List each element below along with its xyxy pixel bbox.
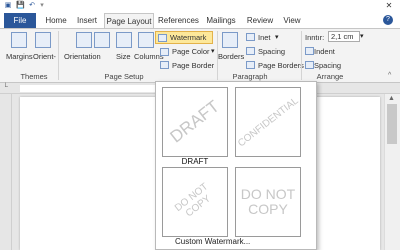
arrange-group-label: Arrange bbox=[316, 72, 344, 81]
chevron-down-icon[interactable]: ▾ bbox=[360, 32, 364, 40]
breaks-icon[interactable] bbox=[94, 32, 110, 48]
tab-insert[interactable]: Insert bbox=[74, 13, 100, 28]
watermark-option-do-not-copy-diagonal[interactable]: DO NOT COPY bbox=[162, 167, 228, 237]
indent-left-value: 2,1 cm bbox=[331, 32, 354, 41]
title-bar bbox=[0, 0, 400, 12]
tab-home[interactable]: Home bbox=[42, 13, 70, 28]
watermark-preview-text: DO NOT COPY bbox=[172, 181, 213, 220]
watermark-preview-text: CONFIDENTIAL bbox=[235, 95, 301, 149]
undo-icon[interactable]: ↶ bbox=[28, 1, 36, 10]
watermark-preview-text: DO NOT COPY bbox=[240, 185, 296, 217]
help-icon[interactable]: ? bbox=[383, 15, 393, 25]
close-icon[interactable]: ✕ bbox=[383, 1, 395, 11]
group-separator bbox=[58, 31, 59, 80]
spacing-arrange-icon[interactable] bbox=[305, 61, 314, 69]
group-separator bbox=[301, 31, 302, 80]
orientation-large-button[interactable]: Orientation bbox=[64, 52, 101, 61]
word-icon[interactable]: ▣ bbox=[4, 1, 12, 10]
orientation-icon[interactable] bbox=[35, 32, 51, 48]
page-color-icon[interactable] bbox=[160, 48, 169, 56]
save-icon[interactable]: 💾 bbox=[16, 1, 25, 10]
page-border-button[interactable]: Page Border bbox=[172, 61, 214, 70]
indent-button[interactable]: Inet bbox=[258, 33, 271, 42]
spacing-button[interactable]: Spacing bbox=[258, 47, 285, 56]
indent-left-label: Inntır: bbox=[305, 33, 325, 42]
tab-file[interactable]: File bbox=[4, 13, 36, 28]
margins-button[interactable]: Margins bbox=[6, 52, 33, 61]
collapse-ribbon-icon[interactable]: ^ bbox=[388, 72, 391, 79]
chevron-down-icon[interactable]: ▾ bbox=[211, 47, 215, 55]
scroll-up-icon[interactable]: ▲ bbox=[388, 95, 395, 102]
indent-arrange-button[interactable]: Indent bbox=[314, 47, 335, 56]
tab-page-layout[interactable]: Page Layout bbox=[104, 13, 154, 29]
themes-group-label: Themes bbox=[20, 72, 48, 81]
size-icon[interactable] bbox=[116, 32, 132, 48]
size-button[interactable]: Size bbox=[116, 52, 131, 61]
indent-left-field[interactable]: 2,1 cm bbox=[328, 31, 360, 42]
watermark-option-draft[interactable]: DRAFT bbox=[162, 87, 228, 157]
orientation-button[interactable]: Orient- bbox=[33, 52, 56, 61]
themes-icon[interactable] bbox=[11, 32, 27, 48]
tab-selector-icon[interactable]: └ bbox=[3, 84, 8, 91]
ruler-active-area bbox=[20, 85, 160, 92]
page-border-icon[interactable] bbox=[160, 61, 169, 69]
tab-references[interactable]: References bbox=[158, 13, 199, 28]
tab-review[interactable]: Review bbox=[246, 13, 274, 28]
columns-icon[interactable] bbox=[138, 32, 154, 48]
page-borders-icon[interactable] bbox=[246, 61, 255, 69]
page-borders-button[interactable]: Page Borders bbox=[258, 61, 304, 70]
watermark-option-do-not-copy-horizontal[interactable]: DO NOT COPY bbox=[235, 167, 301, 237]
page-color-button[interactable]: Page Color bbox=[172, 47, 210, 56]
spacing-arrange-button[interactable]: Spacing bbox=[314, 61, 341, 70]
borders-button[interactable]: Borders bbox=[218, 52, 244, 61]
watermark-label: Watermark bbox=[170, 33, 207, 42]
indent-arrange-icon[interactable] bbox=[305, 47, 314, 55]
paragraph-group-label: Paragraph bbox=[232, 72, 268, 81]
watermark-preview-text: DRAFT bbox=[166, 96, 223, 147]
vertical-ruler[interactable] bbox=[0, 94, 12, 250]
watermark-option-confidential[interactable]: CONFIDENTIAL bbox=[235, 87, 301, 157]
tab-mailings[interactable]: Mailings bbox=[204, 13, 238, 28]
watermark-option-caption: DRAFT bbox=[181, 157, 209, 166]
indent-icon[interactable] bbox=[246, 33, 255, 41]
spacing-icon[interactable] bbox=[246, 47, 255, 55]
watermark-icon bbox=[158, 34, 167, 42]
borders-icon[interactable] bbox=[222, 32, 238, 48]
customize-qat-icon[interactable]: ▾ bbox=[38, 1, 46, 10]
tab-view[interactable]: View bbox=[281, 13, 303, 28]
page-setup-group-label: Page Setup bbox=[104, 72, 144, 81]
watermark-button[interactable]: Watermark bbox=[155, 31, 213, 44]
watermark-gallery: DRAFT DRAFT CONFIDENTIAL DO NOT COPY DO … bbox=[155, 81, 317, 250]
scrollbar-thumb[interactable] bbox=[387, 104, 397, 144]
chevron-down-icon[interactable]: ▾ bbox=[275, 33, 279, 41]
orientation-large-icon[interactable] bbox=[76, 32, 92, 48]
custom-watermark-menu-item[interactable]: Custom Watermark... bbox=[175, 237, 250, 246]
